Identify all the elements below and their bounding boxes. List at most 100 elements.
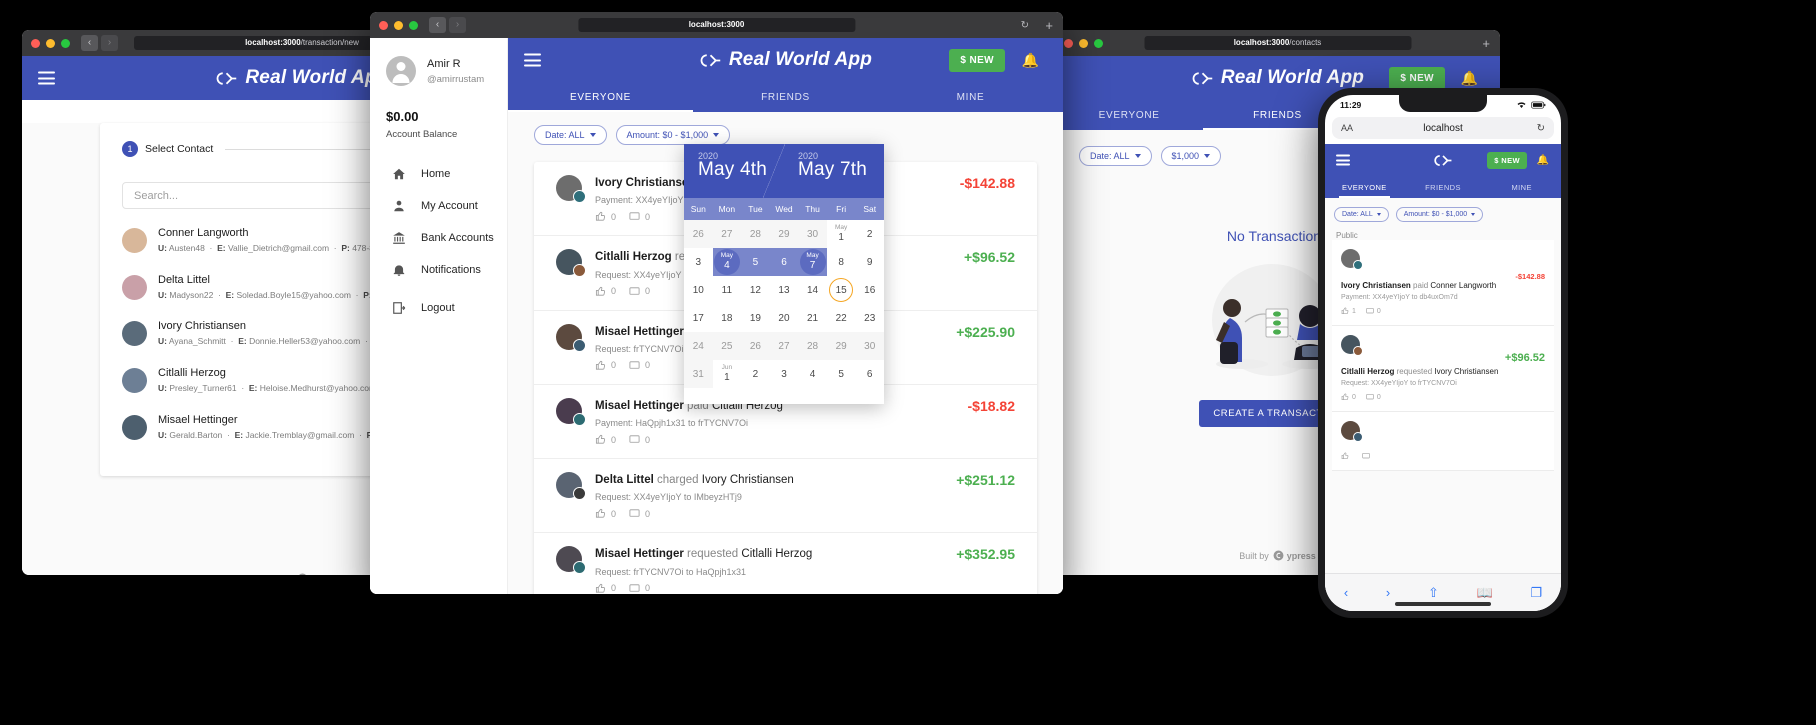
step-select-contact[interactable]: 1 Select Contact [122, 141, 213, 157]
like-action[interactable]: 0 [595, 360, 616, 371]
date-filter-pill[interactable]: Date: ALL [534, 125, 607, 145]
drawer-item-my-account[interactable]: My Account [370, 190, 507, 222]
browser-nav-buttons[interactable]: ‹ › [429, 17, 466, 33]
calendar-day[interactable]: 19 [741, 304, 770, 332]
calendar-day[interactable]: 4 [798, 360, 827, 388]
close-window-button[interactable] [31, 38, 40, 48]
calendar-day[interactable]: 3 [684, 248, 713, 276]
calendar-day[interactable]: 10 [684, 276, 713, 304]
calendar-day[interactable]: 5 [741, 248, 770, 276]
calendar-day[interactable]: 11 [713, 276, 742, 304]
tabs-icon[interactable]: ❐ [1530, 585, 1542, 601]
calendar-day[interactable]: 26 [741, 332, 770, 360]
reload-icon[interactable]: ↻ [1021, 20, 1029, 31]
calendar-day[interactable]: May 1 [827, 220, 856, 248]
transaction-row[interactable]: Citlalli Herzog requested Ivory Christia… [1332, 326, 1554, 413]
calendar-day[interactable]: 17 [684, 304, 713, 332]
calendar-day[interactable]: 25 [712, 332, 742, 360]
comment-action[interactable]: 0 [1366, 393, 1381, 401]
tab-everyone[interactable]: EVERYONE [1055, 100, 1203, 130]
tab-everyone[interactable]: EVERYONE [508, 82, 693, 112]
like-action[interactable] [1341, 452, 1352, 460]
browser-nav-buttons[interactable]: ‹ › [81, 35, 118, 51]
maximize-window-button[interactable] [61, 38, 70, 48]
notification-bell-icon[interactable]: 🔔 [1461, 70, 1478, 87]
hamburger-menu-icon[interactable] [524, 53, 541, 67]
amount-filter-pill[interactable]: Amount: $0 - $1,000 [615, 125, 731, 145]
new-transaction-button[interactable]: $ NEW [1389, 66, 1445, 90]
calendar-day[interactable]: 14 [798, 276, 827, 304]
maximize-window-button[interactable] [409, 20, 418, 30]
notification-bell-icon[interactable]: 🔔 [1537, 155, 1549, 166]
transaction-row[interactable]: Misael Hettinger requested Citlalli Herz… [534, 533, 1037, 594]
new-tab-plus-icon[interactable]: + [1482, 36, 1490, 51]
calendar-day[interactable]: 28 [741, 220, 770, 248]
amount-filter-pill[interactable]: Amount: $0 - $1,000 [1395, 207, 1484, 222]
minimize-window-button[interactable] [46, 38, 55, 48]
drawer-user[interactable]: Amir R @amirrustam [370, 56, 507, 87]
like-action[interactable]: 0 [595, 508, 616, 519]
drawer-item-notifications[interactable]: Notifications [370, 254, 507, 286]
calendar-day[interactable]: Jun 1 [713, 360, 742, 388]
tab-mine[interactable]: MINE [878, 82, 1063, 112]
amount-filter-pill[interactable]: $1,000 [1160, 146, 1222, 166]
like-action[interactable]: 1 [1341, 307, 1356, 315]
like-action[interactable]: 0 [1341, 393, 1356, 401]
calendar-day[interactable]: May 7 [798, 248, 827, 276]
calendar-day[interactable]: 6 [769, 248, 799, 276]
drawer-item-bank-accounts[interactable]: Bank Accounts [370, 222, 507, 254]
close-window-button[interactable] [379, 20, 388, 30]
calendar-day[interactable]: May 4 [712, 248, 742, 276]
forward-button[interactable]: › [101, 35, 118, 51]
tab-everyone[interactable]: EVERYONE [1325, 176, 1404, 198]
comment-action[interactable]: 0 [629, 583, 650, 594]
comment-action[interactable]: 0 [629, 508, 650, 519]
comment-action[interactable] [1362, 452, 1373, 460]
calendar-day[interactable]: 6 [855, 360, 884, 388]
minimize-window-button[interactable] [394, 20, 403, 30]
like-action[interactable]: 0 [595, 583, 616, 594]
comment-action[interactable]: 0 [629, 286, 650, 297]
calendar-day[interactable]: 9 [855, 248, 884, 276]
calendar-day[interactable]: 22 [827, 304, 856, 332]
calendar-day[interactable]: 28 [798, 332, 827, 360]
calendar-day[interactable]: 26 [684, 220, 713, 248]
hamburger-menu-icon[interactable] [1336, 154, 1350, 166]
calendar-day[interactable]: 31 [684, 360, 713, 388]
tab-friends[interactable]: FRIENDS [693, 82, 878, 112]
comment-action[interactable]: 0 [629, 360, 650, 371]
calendar-day[interactable]: 24 [684, 332, 713, 360]
calendar-from[interactable]: 2020 May 4th [684, 144, 785, 198]
calendar-grid[interactable]: 26 27 28 29 30 May 1 2 3 May 4 5 6 May 7 8 9 10 11 12 13 14 15… [684, 220, 884, 388]
calendar-day[interactable]: 2 [741, 360, 770, 388]
calendar-day[interactable]: 30 [855, 332, 884, 360]
transaction-row[interactable]: Ivory Christiansen paid Conner Langworth… [1332, 240, 1554, 327]
calendar-day[interactable]: 12 [741, 276, 770, 304]
hamburger-menu-icon[interactable] [38, 71, 55, 85]
address-bar[interactable]: localhost:3000/contacts [1144, 36, 1411, 50]
traffic-lights[interactable] [31, 38, 70, 48]
date-filter-pill[interactable]: Date: ALL [1079, 146, 1152, 166]
maximize-window-button[interactable] [1094, 38, 1103, 48]
back-button[interactable]: ‹ [81, 35, 98, 51]
date-filter-pill[interactable]: Date: ALL [1334, 207, 1389, 222]
reload-icon[interactable]: ↻ [1537, 123, 1545, 134]
like-action[interactable]: 0 [595, 211, 616, 222]
new-transaction-button[interactable]: $ NEW [949, 48, 1005, 72]
text-size-button[interactable]: AA [1341, 123, 1353, 133]
forward-button[interactable]: › [449, 17, 466, 33]
notification-bell-icon[interactable]: 🔔 [1022, 52, 1039, 69]
like-action[interactable]: 0 [595, 286, 616, 297]
comment-action[interactable]: 0 [629, 211, 650, 222]
share-icon[interactable]: ⇧ [1428, 585, 1439, 601]
date-range-calendar[interactable]: 2020 May 4th 2020 May 7th Sun Mon Tue Wed Th… [684, 144, 884, 404]
calendar-day[interactable]: 18 [713, 304, 742, 332]
new-transaction-button[interactable]: $ NEW [1487, 151, 1527, 169]
safari-address-bar[interactable]: AA localhost ↻ [1332, 117, 1554, 139]
calendar-day[interactable]: 23 [855, 304, 884, 332]
back-button[interactable]: ‹ [1344, 585, 1348, 600]
calendar-day[interactable]: 16 [855, 276, 884, 304]
drawer-item-logout[interactable]: Logout [370, 292, 507, 324]
calendar-day[interactable]: 13 [770, 276, 799, 304]
comment-action[interactable]: 0 [629, 434, 650, 445]
